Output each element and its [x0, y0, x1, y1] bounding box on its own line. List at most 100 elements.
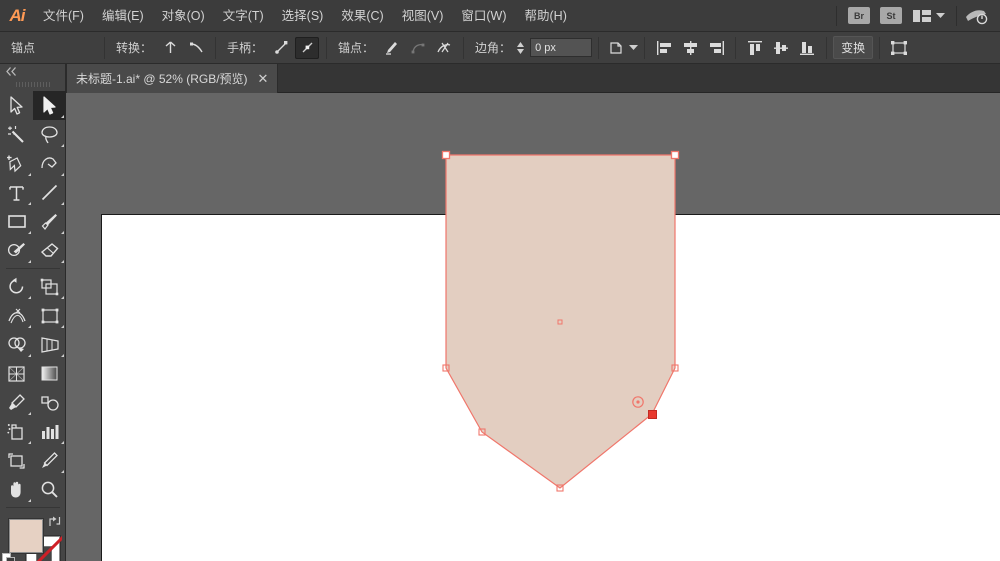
divider	[598, 36, 600, 59]
swap-fill-stroke-icon[interactable]	[48, 515, 62, 528]
corner-radius-field[interactable]: 0 px	[530, 38, 593, 57]
tool-paintbrush[interactable]	[33, 207, 66, 236]
corner-stepper[interactable]	[516, 41, 525, 55]
connect-anchors-icon	[411, 43, 425, 53]
tools-panel-grip[interactable]	[15, 80, 50, 88]
tool-perspective-grid[interactable]	[33, 330, 66, 359]
stepper-down-icon	[517, 48, 525, 54]
paintbrush-icon	[41, 214, 57, 230]
tool-blend[interactable]	[33, 388, 66, 417]
lasso-icon	[41, 126, 58, 144]
remove-anchor-button[interactable]	[380, 37, 404, 59]
tool-slice[interactable]	[33, 446, 66, 475]
menu-edit[interactable]: 编辑(E)	[93, 0, 153, 32]
divider	[104, 36, 105, 59]
menu-select[interactable]: 选择(S)	[273, 0, 333, 32]
arrange-documents-button[interactable]	[908, 9, 949, 23]
envelope-distort-button[interactable]	[887, 37, 911, 59]
isolate-selected-object-button[interactable]	[606, 37, 630, 59]
convert-to-corner-button[interactable]	[158, 37, 182, 59]
fill-swatch[interactable]	[9, 519, 43, 553]
document-tab-bar: 未标题-1.ai* @ 52% (RGB/预览) ✕	[0, 64, 1000, 93]
tool-scale[interactable]	[33, 272, 66, 301]
divider	[735, 36, 737, 59]
tool-flyout-indicator	[28, 412, 31, 415]
tool-line-segment[interactable]	[33, 178, 66, 207]
tools-divider	[6, 268, 60, 269]
tool-width[interactable]	[0, 301, 33, 330]
tool-zoom[interactable]	[33, 475, 66, 504]
close-icon[interactable]: ✕	[258, 72, 269, 85]
tool-magic-wand[interactable]	[0, 120, 33, 149]
tool-symbol-sprayer[interactable]	[0, 417, 33, 446]
tool-free-transform[interactable]	[33, 301, 66, 330]
align-center-vertical-button[interactable]	[769, 37, 793, 59]
tool-curvature[interactable]	[33, 149, 66, 178]
blend-icon	[41, 395, 59, 411]
anchor-point-active[interactable]	[648, 410, 657, 419]
tool-rotate[interactable]	[0, 272, 33, 301]
tools-panel-collapse[interactable]	[0, 64, 65, 78]
align-right-button[interactable]	[704, 37, 728, 59]
tool-direct-selection[interactable]	[0, 91, 33, 120]
workspace-switcher-icon[interactable]	[964, 6, 990, 26]
tool-selection[interactable]	[33, 91, 66, 120]
selection-icon	[43, 96, 56, 115]
isolate-group	[605, 32, 639, 64]
pen-icon	[7, 155, 22, 173]
smooth-anchor-icon	[189, 42, 203, 53]
artboard-icon	[8, 452, 25, 469]
stock-icon[interactable]: St	[880, 7, 902, 24]
align-left-button[interactable]	[652, 37, 676, 59]
convert-to-smooth-button[interactable]	[184, 37, 208, 59]
chevron-down-icon[interactable]	[629, 44, 639, 51]
transform-group: 变换	[833, 32, 874, 64]
tool-lasso[interactable]	[33, 120, 66, 149]
anchor-point[interactable]	[441, 150, 451, 160]
align-center-horizontal-button[interactable]	[678, 37, 702, 59]
tool-mesh[interactable]	[0, 359, 33, 388]
menu-object[interactable]: 对象(O)	[153, 0, 214, 32]
tool-shape-builder[interactable]	[0, 330, 33, 359]
document-tab[interactable]: 未标题-1.ai* @ 52% (RGB/预览) ✕	[66, 64, 279, 93]
live-corner-widget-dot	[636, 400, 640, 404]
tool-eyedropper[interactable]	[0, 388, 33, 417]
divider	[326, 36, 328, 59]
illustrator-window: Ai 文件(F) 编辑(E) 对象(O) 文字(T) 选择(S) 效果(C) 视…	[0, 0, 1000, 561]
align-left-icon	[656, 40, 671, 55]
tool-pen[interactable]	[0, 149, 33, 178]
tool-hand[interactable]	[0, 475, 33, 504]
menu-file[interactable]: 文件(F)	[34, 0, 93, 32]
menu-type[interactable]: 文字(T)	[214, 0, 273, 32]
tool-flyout-indicator	[28, 202, 31, 205]
cut-path-button[interactable]	[432, 37, 456, 59]
align-bottom-button[interactable]	[795, 37, 819, 59]
transform-button[interactable]: 变换	[833, 36, 874, 59]
default-fill-stroke-icon[interactable]	[2, 553, 16, 561]
rectangle-icon	[7, 215, 26, 228]
menu-help[interactable]: 帮助(H)	[516, 0, 576, 32]
tool-shaper-pencil[interactable]	[0, 236, 33, 265]
tool-gradient[interactable]	[33, 359, 66, 388]
tool-flyout-indicator	[61, 260, 64, 263]
menu-view[interactable]: 视图(V)	[393, 0, 453, 32]
hide-handles-button[interactable]	[295, 36, 320, 59]
tool-flyout-indicator	[61, 470, 64, 473]
menu-effect[interactable]: 效果(C)	[332, 0, 392, 32]
menu-window[interactable]: 窗口(W)	[452, 0, 515, 32]
connect-anchors-button[interactable]	[406, 37, 430, 59]
tool-artboard[interactable]	[0, 446, 33, 475]
tool-column-graph[interactable]	[33, 417, 66, 446]
convert-label: 转换：	[116, 41, 153, 55]
tool-eraser[interactable]	[33, 236, 66, 265]
anchor-point[interactable]	[670, 150, 680, 160]
tool-type[interactable]	[0, 178, 33, 207]
canvas-area[interactable]	[66, 93, 1000, 561]
bridge-icon[interactable]: Br	[848, 7, 870, 24]
tool-flyout-indicator	[61, 325, 64, 328]
show-handles-button[interactable]	[269, 37, 293, 59]
align-center-vertical-icon	[773, 41, 788, 54]
zoom-icon	[41, 481, 58, 498]
align-top-button[interactable]	[743, 37, 767, 59]
tool-rectangle[interactable]	[0, 207, 33, 236]
